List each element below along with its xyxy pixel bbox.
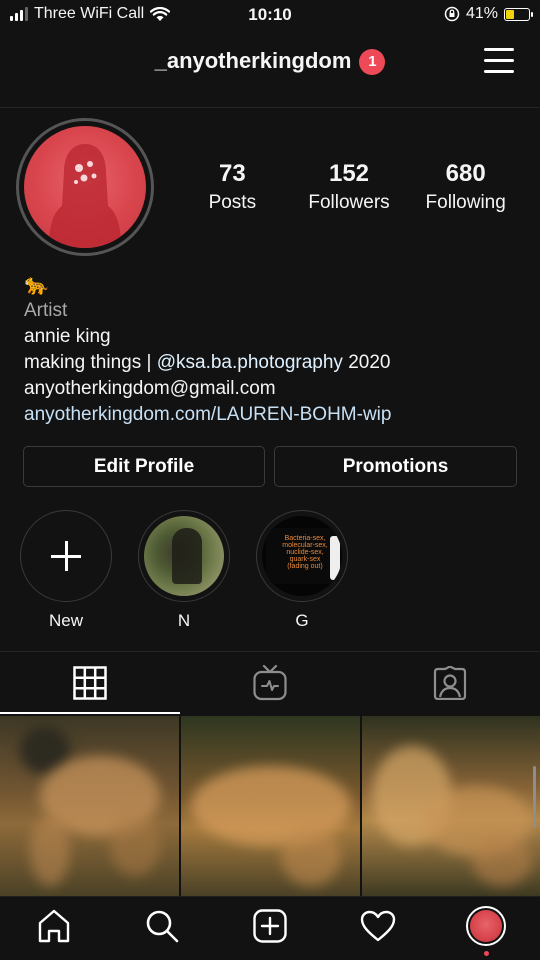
stat-following-label: Following <box>425 192 506 213</box>
search-icon <box>146 910 179 943</box>
tab-posts-grid[interactable] <box>0 652 180 714</box>
stat-followers[interactable]: 152 Followers <box>291 160 408 214</box>
tagged-icon <box>433 666 467 700</box>
grid-icon <box>73 666 107 700</box>
notification-badge: 1 <box>359 49 386 75</box>
profile-bio: 🐆 Artist annie king making things | @ksa… <box>24 272 524 428</box>
bio-website-link[interactable]: anyotherkingdom.com/LAUREN-BOHM-wip <box>24 402 524 428</box>
tab-igtv[interactable] <box>180 652 360 714</box>
signal-icon <box>10 7 28 21</box>
nav-profile[interactable] <box>432 897 540 960</box>
username-title[interactable]: _anyotherkingdom 1 <box>0 48 540 75</box>
highlight-g-cover: Bacteria-sex, molecular-sex, nuclide-sex… <box>262 516 342 596</box>
profile-tabs <box>0 652 540 714</box>
tab-tagged[interactable] <box>360 652 540 714</box>
post-thumbnail[interactable] <box>181 716 360 896</box>
post-thumbnail[interactable] <box>362 716 540 896</box>
nav-new-post[interactable] <box>216 897 324 960</box>
edit-profile-button[interactable]: Edit Profile <box>23 446 265 487</box>
highlight-label: G <box>295 611 309 630</box>
heart-icon <box>360 910 396 942</box>
highlight-n-cover <box>144 516 224 596</box>
plus-icon <box>51 541 81 571</box>
bio-text-suffix: 2020 <box>342 352 391 373</box>
bio-email: anyotherkingdom@gmail.com <box>24 378 276 399</box>
hamburger-menu-icon[interactable] <box>484 48 514 74</box>
stat-following[interactable]: 680 Following <box>407 160 524 214</box>
stat-posts[interactable]: 73 Posts <box>174 160 291 214</box>
battery-percent: 41% <box>465 5 498 22</box>
wifi-icon <box>150 6 171 21</box>
stat-following-value: 680 <box>445 160 486 187</box>
highlight-g-circle: Bacteria-sex, molecular-sex, nuclide-sex… <box>256 510 348 602</box>
highlight-n-circle <box>138 510 230 602</box>
tab-active-indicator <box>0 712 180 714</box>
home-icon <box>38 909 70 943</box>
highlight-label: New <box>48 611 83 630</box>
battery-fill <box>506 9 515 19</box>
post-thumbnail[interactable] <box>0 716 179 896</box>
nav-activity[interactable] <box>324 897 432 960</box>
highlight-new[interactable]: New <box>20 510 112 631</box>
highlight-g-cover-text: Bacteria-sex, molecular-sex, nuclide-sex… <box>282 535 328 570</box>
nav-home[interactable] <box>0 897 108 960</box>
username-label: _anyotherkingdom <box>154 48 352 73</box>
status-bar-right: 41% <box>444 5 533 23</box>
bio-category: Artist <box>24 300 68 321</box>
nav-search[interactable] <box>108 897 216 960</box>
highlight-g[interactable]: Bacteria-sex, molecular-sex, nuclide-sex… <box>256 510 348 631</box>
nav-notification-dot <box>483 951 489 956</box>
scrollbar-indicator[interactable] <box>533 766 536 828</box>
battery-icon <box>504 7 533 21</box>
highlight-n[interactable]: N <box>138 510 230 631</box>
orientation-lock-icon <box>444 6 460 22</box>
bio-description: making things | @ksa.ba.photography 2020 <box>24 350 524 376</box>
stat-posts-value: 73 <box>218 160 246 187</box>
stat-followers-value: 152 <box>328 160 370 187</box>
profile-avatar-icon <box>466 905 506 946</box>
stat-followers-label: Followers <box>308 192 390 213</box>
promotions-button[interactable]: Promotions <box>274 446 517 487</box>
bio-name: annie king <box>24 326 111 347</box>
avatar-image <box>24 126 146 248</box>
profile-stats: 73 Posts 152 Followers 680 Following <box>174 160 524 214</box>
igtv-icon <box>253 665 287 701</box>
bottom-navigation <box>0 896 540 960</box>
profile-header: _anyotherkingdom 1 <box>0 40 540 86</box>
status-bar-left: Three WiFi Call <box>10 5 171 23</box>
bio-emoji: 🐆 <box>24 274 49 296</box>
status-bar: Three WiFi Call 10:10 41% <box>0 0 540 30</box>
posts-grid <box>0 716 540 896</box>
new-post-icon <box>253 909 287 943</box>
bio-mention-link[interactable]: @ksa.ba.photography <box>157 352 343 373</box>
carrier-label: Three WiFi Call <box>34 5 145 22</box>
highlight-new-circle <box>20 510 112 602</box>
bio-text-prefix: making things | <box>24 352 157 373</box>
profile-avatar[interactable] <box>16 118 154 256</box>
stat-posts-label: Posts <box>208 192 257 213</box>
avatar-figure-icon <box>48 144 122 248</box>
header-divider <box>0 107 540 108</box>
highlight-label: N <box>177 611 191 630</box>
